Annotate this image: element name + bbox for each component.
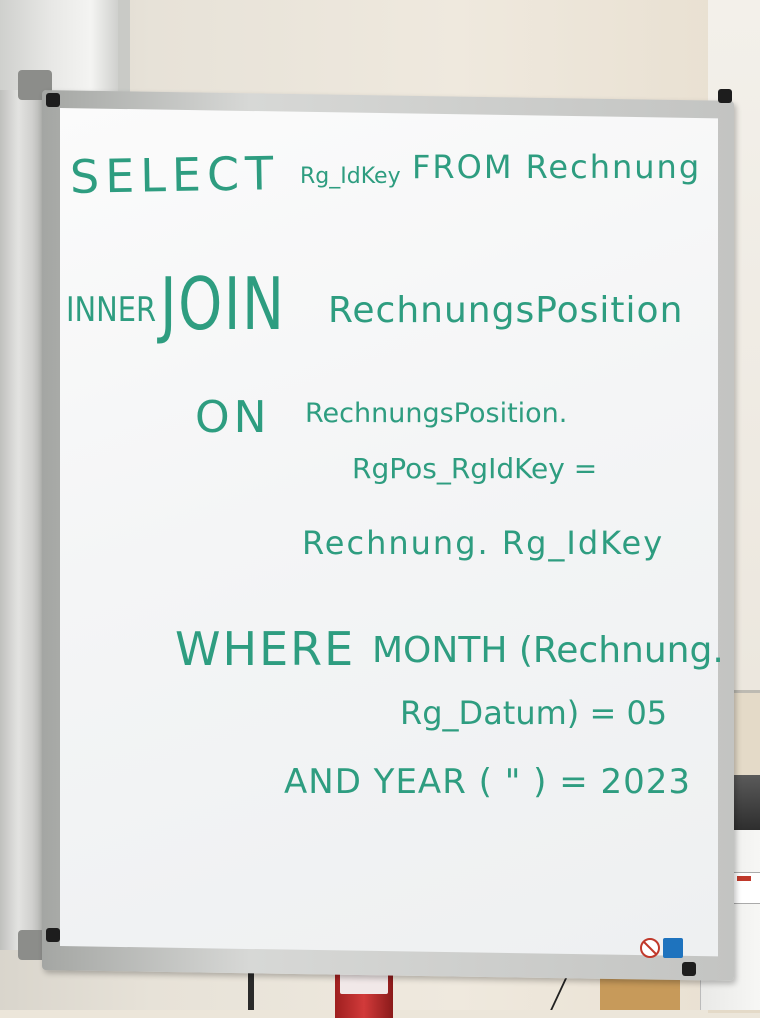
frame-corner bbox=[46, 93, 60, 107]
select-keyword: SELECT bbox=[69, 146, 280, 204]
where-function: MONTH (Rechnung. bbox=[372, 630, 724, 671]
where-argument: Rg_Datum) = 05 bbox=[400, 694, 668, 732]
frame-corner bbox=[682, 962, 696, 976]
frame-corner bbox=[718, 89, 732, 103]
and-clause: AND YEAR ( " ) = 2023 bbox=[284, 762, 692, 802]
where-keyword: WHERE bbox=[175, 622, 356, 676]
on-left-table: RechnungsPosition. bbox=[305, 398, 568, 429]
side-cabinet bbox=[0, 90, 46, 950]
inner-keyword: INNER bbox=[66, 290, 157, 330]
on-left-column: RgPos_RgIdKey = bbox=[352, 452, 598, 485]
door-edge bbox=[118, 0, 130, 100]
join-keyword: JOIN bbox=[160, 262, 286, 346]
info-sign-icon bbox=[663, 938, 683, 958]
from-clause: FROM Rechnung bbox=[412, 148, 702, 186]
no-symbol-icon bbox=[640, 938, 660, 958]
on-keyword: ON bbox=[195, 392, 271, 443]
frame-corner bbox=[46, 928, 60, 942]
on-right: Rechnung. Rg_IdKey bbox=[302, 524, 665, 562]
select-column: Rg_IdKey bbox=[300, 164, 401, 189]
join-table: RechnungsPosition bbox=[328, 290, 684, 331]
